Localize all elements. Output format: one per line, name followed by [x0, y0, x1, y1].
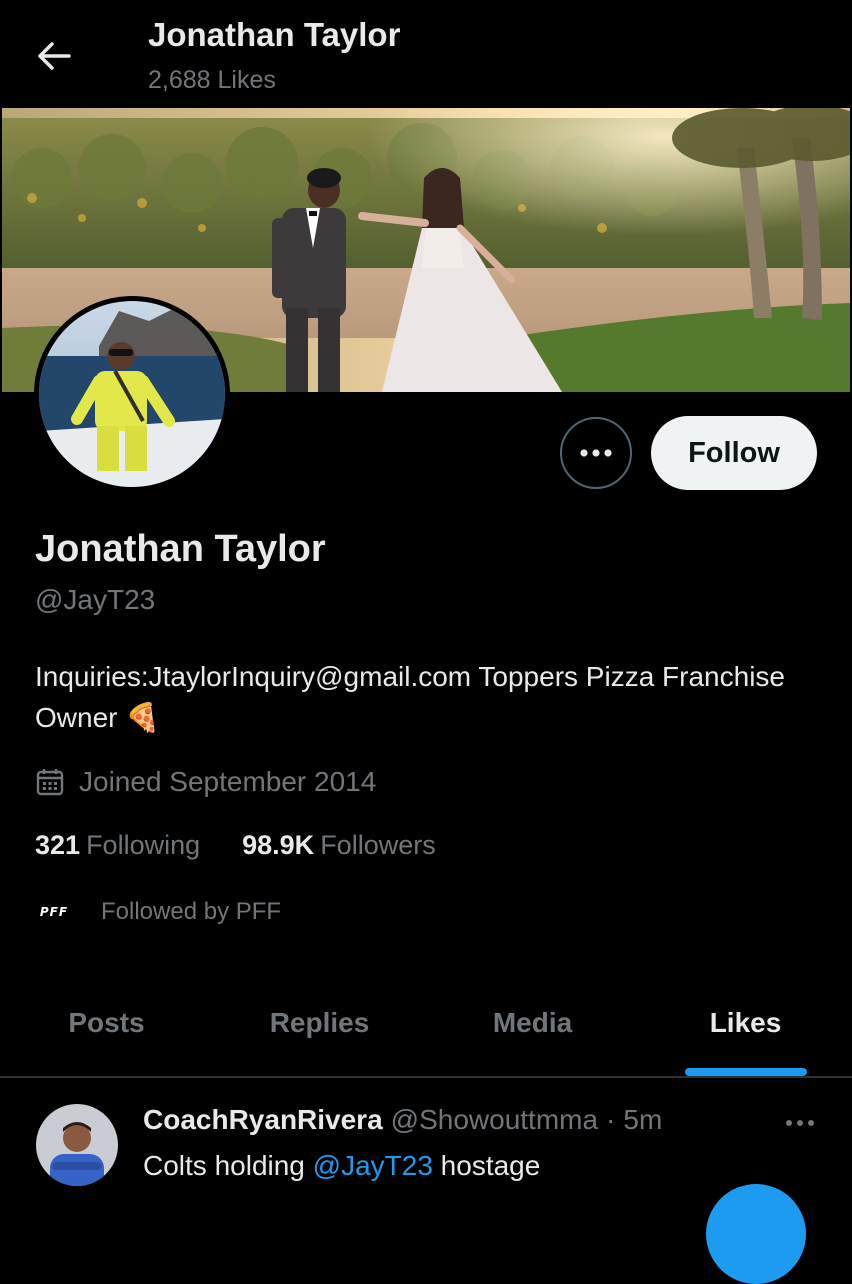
tweet-more-button[interactable] [778, 1108, 822, 1138]
followed-by-row[interactable]: PFF Followed by PFF [35, 890, 281, 934]
back-button[interactable] [22, 30, 86, 82]
profile-avatar[interactable] [34, 296, 230, 492]
tweet-author-avatar[interactable] [36, 1104, 118, 1186]
tweet-time[interactable]: 5m [623, 1104, 662, 1135]
follow-button[interactable]: Follow [651, 416, 817, 490]
header-title: Jonathan Taylor [148, 16, 401, 53]
followers-label: Followers [320, 830, 436, 860]
pizza-emoji: 🍕 [125, 702, 161, 733]
profile-tabs: Posts Replies Media Likes [0, 990, 852, 1076]
tab-likes-label: Likes [709, 1007, 782, 1038]
follow-stats: 321 Following 98.9K Followers [35, 830, 436, 861]
tweet-text-after: hostage [432, 1150, 541, 1181]
pff-logo: PFF [35, 893, 73, 931]
header-likes-count: 2,688 Likes [148, 66, 276, 94]
tab-replies-label: Replies [269, 1007, 370, 1038]
followed-by-text: Followed by PFF [101, 898, 282, 925]
tab-likes[interactable]: Likes [639, 990, 852, 1076]
profile-display-name: Jonathan Taylor [35, 528, 326, 570]
profile-handle: @JayT23 [35, 584, 156, 615]
tweet-author-handle[interactable]: @Showouttmma [391, 1104, 598, 1135]
calendar-icon [36, 769, 64, 796]
followers-link[interactable]: 98.9K Followers [242, 830, 436, 861]
tweet-separator: · [606, 1104, 616, 1135]
joined-date-row: Joined September 2014 [35, 764, 376, 800]
tab-posts-label: Posts [68, 1007, 145, 1038]
tweet-header: CoachRyanRivera @Showouttmma · 5m [143, 1104, 662, 1136]
tweet-mention-link[interactable]: @JayT23 [313, 1150, 433, 1181]
profile-bio: Inquiries:JtaylorInquiry@gmail.com Toppe… [35, 656, 815, 738]
ellipsis-icon [580, 449, 612, 457]
tab-media[interactable]: Media [426, 990, 639, 1076]
followers-count: 98.9K [242, 830, 315, 860]
tab-replies[interactable]: Replies [213, 990, 426, 1076]
joined-date: Joined September 2014 [79, 766, 377, 797]
compose-fab-button[interactable] [706, 1184, 806, 1284]
tweet-text-before: Colts holding [143, 1150, 313, 1181]
tab-posts[interactable]: Posts [0, 990, 213, 1076]
ellipsis-icon [786, 1120, 814, 1126]
tweet-author-name[interactable]: CoachRyanRivera [143, 1104, 383, 1135]
tweet-avatar-photo [36, 1104, 118, 1186]
tab-media-label: Media [492, 1007, 573, 1038]
tweet-text: Colts holding @JayT23 hostage [143, 1150, 540, 1182]
pff-logo-text: PFF [39, 905, 69, 919]
arrow-left-icon [38, 42, 71, 70]
tabs-divider [0, 1076, 852, 1078]
active-tab-indicator [684, 1068, 807, 1076]
more-options-button[interactable] [560, 417, 632, 489]
avatar-photo [39, 301, 225, 487]
following-link[interactable]: 321 Following [35, 830, 200, 861]
following-label: Following [86, 830, 201, 860]
following-count: 321 [35, 830, 81, 860]
